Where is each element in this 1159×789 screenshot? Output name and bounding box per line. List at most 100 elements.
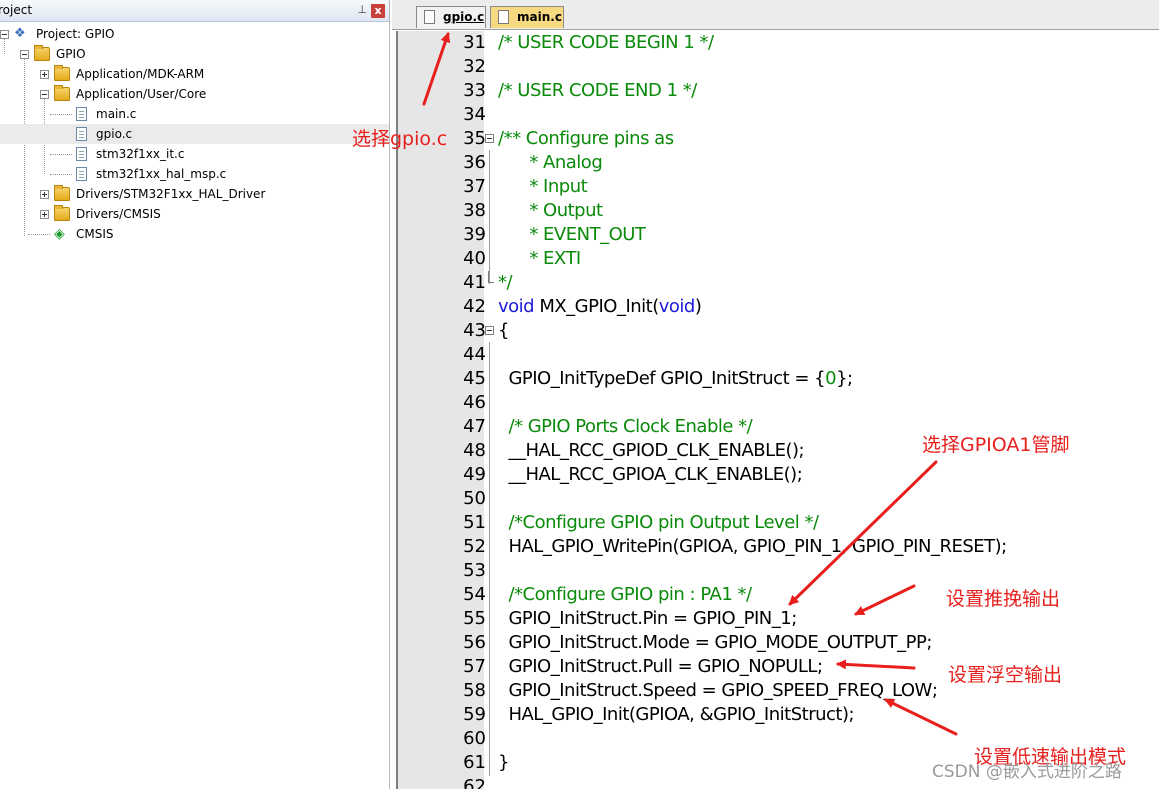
code-line[interactable]: 50 [392, 487, 1159, 511]
code-text: GPIO_InitStruct.Pin = GPIO_PIN_1; [498, 608, 797, 629]
code-text: HAL_GPIO_WritePin(GPIOA, GPIO_PIN_1, GPI… [498, 536, 1007, 557]
code-line[interactable]: 56 GPIO_InitStruct.Mode = GPIO_MODE_OUTP… [392, 631, 1159, 655]
line-number: 54 [463, 584, 486, 605]
tab-main-c[interactable]: main.c [490, 6, 564, 28]
tree-item-group-user-core[interactable]: Application/User/Core [0, 84, 389, 104]
tree-item-label: CMSIS [76, 227, 114, 241]
folder-icon [54, 185, 70, 201]
code-line[interactable]: 31 /* USER CODE BEGIN 1 */ [392, 31, 1159, 55]
tree-item-label: Drivers/CMSIS [76, 207, 161, 221]
code-line[interactable]: 59 HAL_GPIO_Init(GPIOA, &GPIO_InitStruct… [392, 703, 1159, 727]
line-number: 39 [463, 224, 486, 245]
file-icon [76, 107, 87, 121]
code-line[interactable]: 39 * EVENT_OUT [392, 223, 1159, 247]
code-line[interactable]: 44 [392, 343, 1159, 367]
code-text: /* USER CODE BEGIN 1 */ [498, 32, 714, 53]
code-line[interactable]: 37 * Input [392, 175, 1159, 199]
code-text: __HAL_RCC_GPIOA_CLK_ENABLE(); [498, 464, 803, 485]
tree-item-group-mdk-arm[interactable]: Application/MDK-ARM [0, 64, 389, 84]
file-icon [76, 147, 87, 161]
code-line[interactable]: 53 [392, 559, 1159, 583]
code-line[interactable]: 41 */ [392, 271, 1159, 295]
code-text: GPIO_InitStruct.Mode = GPIO_MODE_OUTPUT_… [498, 632, 932, 653]
code-line[interactable]: 35/** Configure pins as [392, 127, 1159, 151]
code-line[interactable]: 36 * Analog [392, 151, 1159, 175]
code-line[interactable]: 34 [392, 103, 1159, 127]
code-text: HAL_GPIO_Init(GPIOA, &GPIO_InitStruct); [498, 704, 855, 725]
fold-toggle-icon[interactable] [485, 326, 494, 335]
folder-icon [54, 65, 70, 81]
code-line[interactable]: 49 __HAL_RCC_GPIOA_CLK_ENABLE(); [392, 463, 1159, 487]
collapse-toggle-icon[interactable] [40, 90, 49, 99]
code-line[interactable]: 46 [392, 391, 1159, 415]
folder-icon [54, 205, 70, 221]
annotation-select-file: 选择gpio.c [352, 128, 448, 150]
line-number: 32 [463, 56, 486, 77]
tree-item-file-main-c[interactable]: main.c [0, 104, 389, 124]
tree-item-group-cmsis[interactable]: Drivers/CMSIS [0, 204, 389, 224]
tree-item-label: GPIO [56, 47, 86, 61]
tree-item-file-stm32f1xx-it-c[interactable]: stm32f1xx_it.c [0, 144, 389, 164]
tree-item-group-hal-driver[interactable]: Drivers/STM32F1xx_HAL_Driver [0, 184, 389, 204]
code-text: /** Configure pins as [498, 128, 674, 149]
file-icon [76, 167, 87, 181]
code-text: __HAL_RCC_GPIOD_CLK_ENABLE(); [498, 440, 805, 461]
tree-item-label: Application/User/Core [76, 87, 207, 101]
code-text: * EVENT_OUT [498, 224, 646, 245]
tree-item-file-hal-msp-c[interactable]: stm32f1xx_hal_msp.c [0, 164, 389, 184]
editor-tab-bar: gpio.c main.c [392, 0, 1159, 30]
code-token: ) [694, 296, 702, 317]
code-line[interactable]: 51 /*Configure GPIO pin Output Level */ [392, 511, 1159, 535]
folder-open-icon [54, 85, 70, 101]
code-text: /*Configure GPIO pin : PA1 */ [498, 584, 752, 605]
collapse-toggle-icon[interactable] [20, 50, 29, 59]
expand-toggle-icon[interactable] [40, 210, 49, 219]
tree-item-target-gpio[interactable]: GPIO [0, 44, 389, 64]
code-text: * EXTI [498, 248, 581, 269]
code-line[interactable]: 33 /* USER CODE END 1 */ [392, 79, 1159, 103]
code-line[interactable]: 38 * Output [392, 199, 1159, 223]
expand-toggle-icon[interactable] [40, 70, 49, 79]
pin-icon[interactable]: ⊥ [357, 3, 367, 16]
line-number: 41 [463, 272, 486, 293]
code-token: void [498, 296, 535, 317]
code-line[interactable]: 43 { [392, 319, 1159, 343]
expand-toggle-icon[interactable] [40, 190, 49, 199]
project-tree: ❖ Project: GPIO GPIO Application/MDK-ARM… [0, 24, 389, 244]
tree-item-label: gpio.c [96, 127, 133, 141]
annotation-floating: 设置浮空输出 [948, 664, 1063, 686]
line-number: 37 [463, 176, 486, 197]
tree-item-label: Drivers/STM32F1xx_HAL_Driver [76, 187, 266, 201]
code-line[interactable]: 40 * EXTI [392, 247, 1159, 271]
code-token: }; [836, 368, 853, 389]
tree-item-component-cmsis[interactable]: ◈ CMSIS [0, 224, 389, 244]
code-token: 0 [825, 368, 837, 389]
code-text: /* USER CODE END 1 */ [498, 80, 697, 101]
line-number: 49 [463, 464, 486, 485]
code-line[interactable]: 45 GPIO_InitTypeDef GPIO_InitStruct = {0… [392, 367, 1159, 391]
code-line[interactable]: 32 [392, 55, 1159, 79]
code-text: GPIO_InitTypeDef GPIO_InitStruct = {0}; [498, 367, 853, 391]
line-number: 59 [463, 704, 486, 725]
code-line[interactable]: 42 void MX_GPIO_Init(void) [392, 295, 1159, 319]
project-icon: ❖ [14, 26, 26, 41]
project-pane-title: roject [0, 3, 33, 17]
tab-gpio-c[interactable]: gpio.c [416, 6, 486, 28]
tree-item-file-gpio-c[interactable]: gpio.c [0, 124, 389, 144]
tree-item-label: Project: GPIO [36, 27, 115, 41]
code-text: { [498, 320, 509, 341]
code-line[interactable]: 52 HAL_GPIO_WritePin(GPIOA, GPIO_PIN_1, … [392, 535, 1159, 559]
line-number: 36 [463, 152, 486, 173]
line-number: 60 [463, 728, 486, 749]
file-icon [76, 127, 87, 141]
line-number: 44 [463, 344, 486, 365]
line-number: 50 [463, 488, 486, 509]
fold-toggle-icon[interactable] [485, 134, 494, 143]
cmsis-component-icon: ◈ [54, 226, 65, 242]
collapse-toggle-icon[interactable] [0, 30, 9, 39]
code-token: GPIO_InitTypeDef GPIO_InitStruct = { [498, 368, 826, 389]
close-icon[interactable]: x [371, 4, 385, 18]
code-text: * Analog [498, 152, 603, 173]
line-number: 55 [463, 608, 486, 629]
tree-item-project[interactable]: ❖ Project: GPIO [0, 24, 389, 44]
